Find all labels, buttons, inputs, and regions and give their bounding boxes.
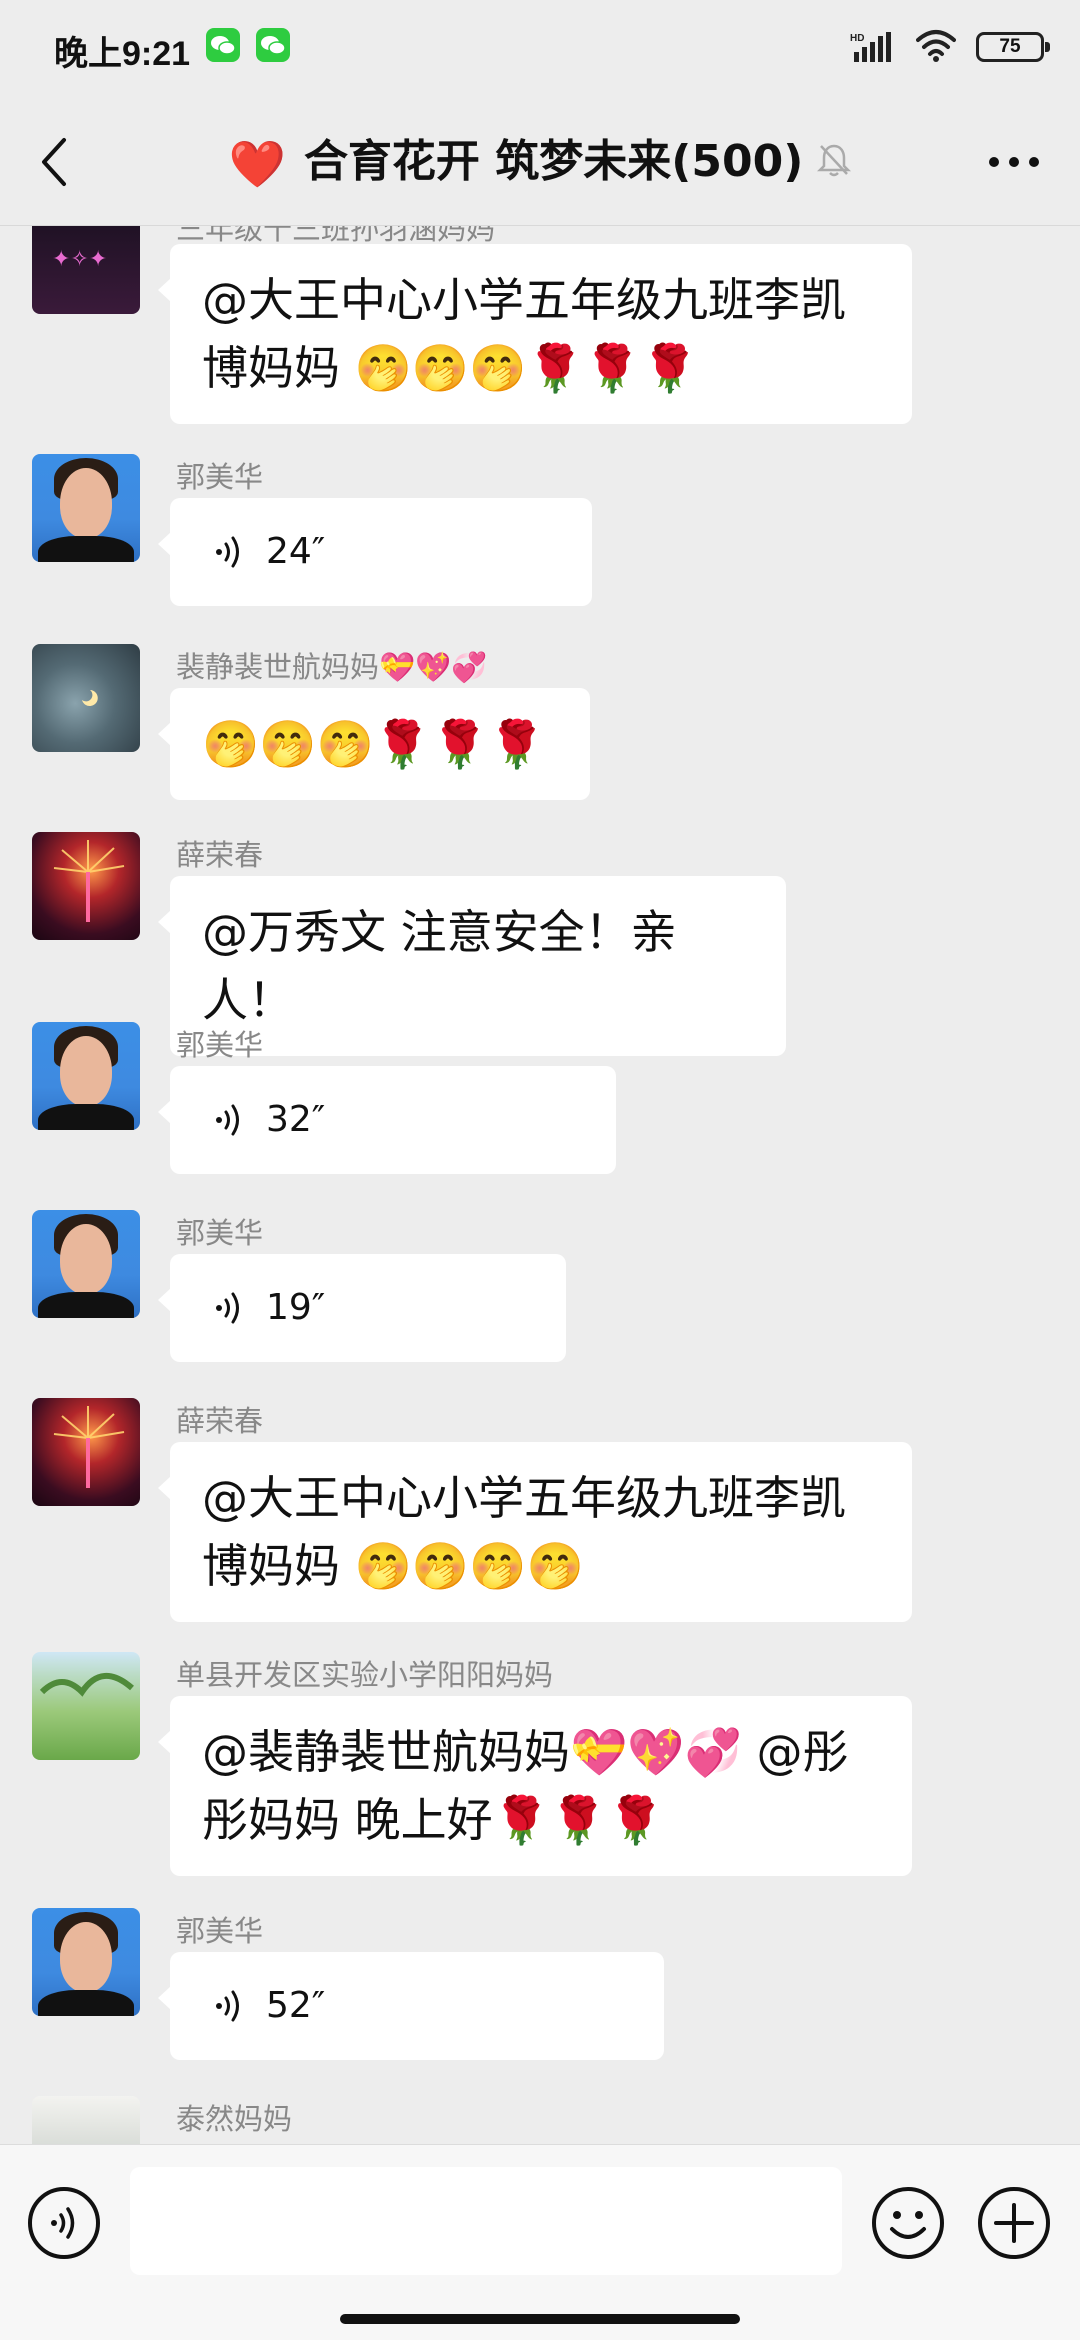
- voice-message-bubble[interactable]: 32″: [158, 1066, 616, 1174]
- avatar[interactable]: ✦✧✦: [32, 226, 140, 314]
- chat-header: ❤️ 合育花开 筑梦未来(500): [0, 96, 1080, 226]
- avatar[interactable]: [32, 832, 140, 940]
- sender-name: 郭美华: [176, 1028, 264, 1062]
- status-time: 晚上9:21: [54, 35, 191, 73]
- signal-icon: HD: [850, 32, 891, 62]
- voice-wave-icon: [216, 1292, 239, 1324]
- avatar[interactable]: [32, 454, 140, 562]
- group-name: 合育花开 筑梦未来(500): [303, 136, 804, 187]
- message-bubble[interactable]: @裴静裴世航妈妈💝💖💞 @彤彤妈妈 晚上好🌹🌹🌹: [158, 1696, 912, 1876]
- avatar[interactable]: [32, 1652, 140, 1760]
- voice-wave-icon: [216, 536, 239, 568]
- avatar[interactable]: [32, 644, 140, 752]
- wechat-notification-icon: [206, 28, 240, 62]
- status-icons: HD 75: [784, 26, 1050, 66]
- input-bar: [0, 2144, 1080, 2340]
- avatar[interactable]: [32, 2096, 140, 2144]
- more-options-icon[interactable]: [986, 152, 1042, 172]
- sender-name: 薛荣春: [176, 838, 264, 872]
- sender-name: 单县开发区实验小学阳阳妈妈: [176, 1658, 554, 1692]
- voice-duration: 52″: [266, 1985, 326, 2026]
- svg-text:✦✧✦: ✦✧✦: [52, 247, 107, 272]
- avatar[interactable]: [32, 1398, 140, 1506]
- network-badge: HD: [850, 33, 864, 44]
- voice-message-bubble[interactable]: 19″: [158, 1254, 566, 1362]
- home-indicator[interactable]: [340, 2314, 740, 2324]
- voice-duration: 24″: [266, 531, 326, 572]
- sender-name: 薛荣春: [176, 1404, 264, 1438]
- voice-icon[interactable]: [26, 2185, 102, 2261]
- heart-icon: ❤️: [228, 137, 286, 191]
- bell-off-icon: [817, 134, 852, 194]
- smiley-icon[interactable]: [870, 2185, 946, 2261]
- voice-message-bubble[interactable]: 52″: [158, 1952, 664, 2060]
- wechat-notification-icon: [256, 28, 290, 62]
- wifi-icon: [916, 30, 956, 62]
- sender-name: 泰然妈妈: [176, 2102, 293, 2136]
- chat-title: ❤️ 合育花开 筑梦未来(500): [0, 132, 1080, 194]
- plus-circle-icon[interactable]: [976, 2185, 1052, 2261]
- status-bar: 晚上9:21 HD 75: [0, 0, 1080, 96]
- voice-duration: 19″: [266, 1287, 326, 1328]
- message-bubble[interactable]: @大王中心小学五年级九班李凯博妈妈 🤭🤭🤭🤭: [158, 1442, 912, 1622]
- voice-message-bubble[interactable]: 24″: [158, 498, 592, 606]
- message-bubble[interactable]: 🤭🤭🤭🌹🌹🌹: [158, 688, 590, 800]
- sender-name: 郭美华: [176, 1914, 264, 1948]
- voice-duration: 32″: [266, 1099, 326, 1140]
- avatar[interactable]: [32, 1210, 140, 1318]
- avatar[interactable]: [32, 1022, 140, 1130]
- battery-indicator: 75: [976, 32, 1050, 62]
- avatar[interactable]: [32, 1908, 140, 2016]
- voice-wave-icon: [216, 1990, 239, 2022]
- message-bubble[interactable]: @大王中心小学五年级九班李凯博妈妈 🤭🤭🤭🌹🌹🌹: [158, 244, 912, 424]
- message-list[interactable]: ✦✧✦ 三年级十三班孙羽涵妈妈 @大王中心小学五年级九班李凯博妈妈 🤭🤭🤭🌹🌹🌹…: [0, 226, 1080, 2144]
- sender-name: 郭美华: [176, 1216, 264, 1250]
- sender-name: 郭美华: [176, 460, 264, 494]
- message-input[interactable]: [130, 2167, 842, 2275]
- sender-name: 裴静裴世航妈妈💝💖💞: [176, 650, 488, 684]
- voice-wave-icon: [216, 1104, 239, 1136]
